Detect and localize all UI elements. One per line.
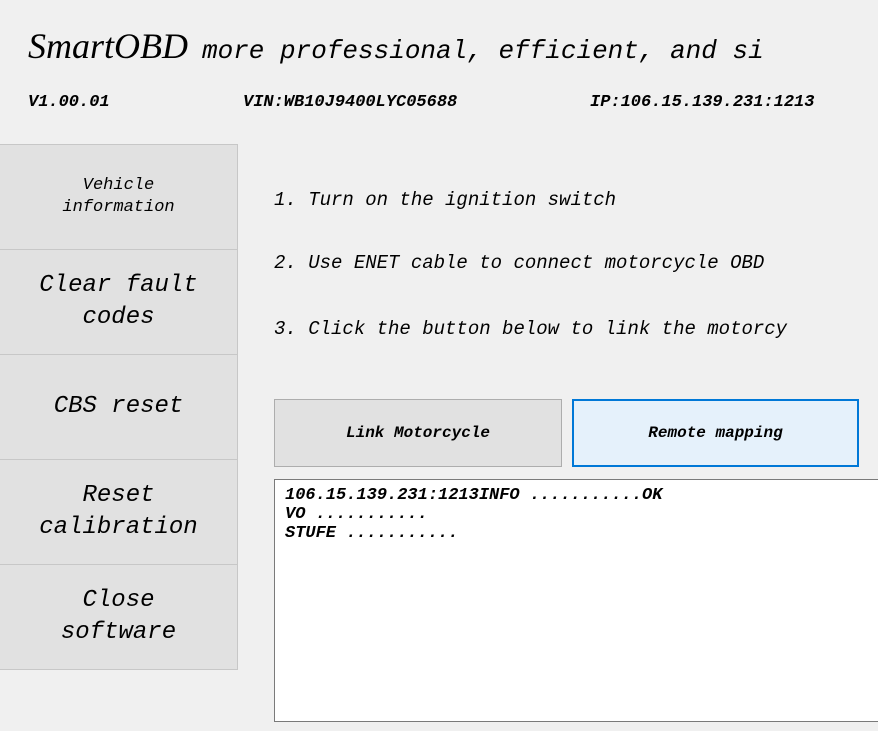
reset-calibration-label: Reset calibration: [39, 482, 198, 541]
brand-name: SmartOBD: [28, 26, 188, 66]
cbs-reset-label: CBS reset: [53, 393, 184, 420]
reset-calibration-button[interactable]: Reset calibration: [0, 459, 238, 565]
cbs-reset-button[interactable]: CBS reset: [0, 354, 238, 460]
vin-label: VIN:WB10J9400LYC05688: [243, 93, 458, 112]
tagline: more professional, efficient, and si: [202, 36, 764, 66]
vehicle-information-label: Vehicle information: [62, 176, 175, 217]
vehicle-information-button[interactable]: Vehicle information: [0, 144, 238, 250]
remote-mapping-button[interactable]: Remote mapping: [572, 399, 859, 467]
close-software-button[interactable]: Close software: [0, 564, 238, 670]
smartobd-window: SmartOBD more professional, efficient, an…: [0, 0, 878, 731]
remote-mapping-label: Remote mapping: [648, 424, 783, 442]
log-output[interactable]: 106.15.139.231:1213INFO ...........OK VO …: [274, 479, 878, 722]
close-software-label: Close software: [60, 587, 177, 646]
log-line: STUFE ...........: [285, 524, 459, 543]
instruction-step-3: 3. Click the button below to link the mo…: [274, 318, 788, 340]
instruction-step-2: 2. Use ENET cable to connect motorcycle …: [274, 252, 765, 274]
ip-label: IP:106.15.139.231:1213: [590, 93, 815, 112]
clear-fault-codes-label: Clear fault codes: [39, 272, 198, 331]
app-title: SmartOBD more professional, efficient, an…: [28, 22, 764, 75]
log-line: VO ...........: [285, 505, 428, 524]
instruction-step-1: 1. Turn on the ignition switch: [274, 189, 617, 211]
link-motorcycle-label: Link Motorcycle: [345, 424, 491, 442]
link-motorcycle-button[interactable]: Link Motorcycle: [274, 399, 562, 467]
sidebar: Vehicle information Clear fault codes CB…: [0, 144, 238, 670]
log-line: 106.15.139.231:1213INFO ...........OK: [285, 486, 663, 505]
clear-fault-codes-button[interactable]: Clear fault codes: [0, 249, 238, 355]
version-label: V1.00.01: [28, 93, 110, 112]
